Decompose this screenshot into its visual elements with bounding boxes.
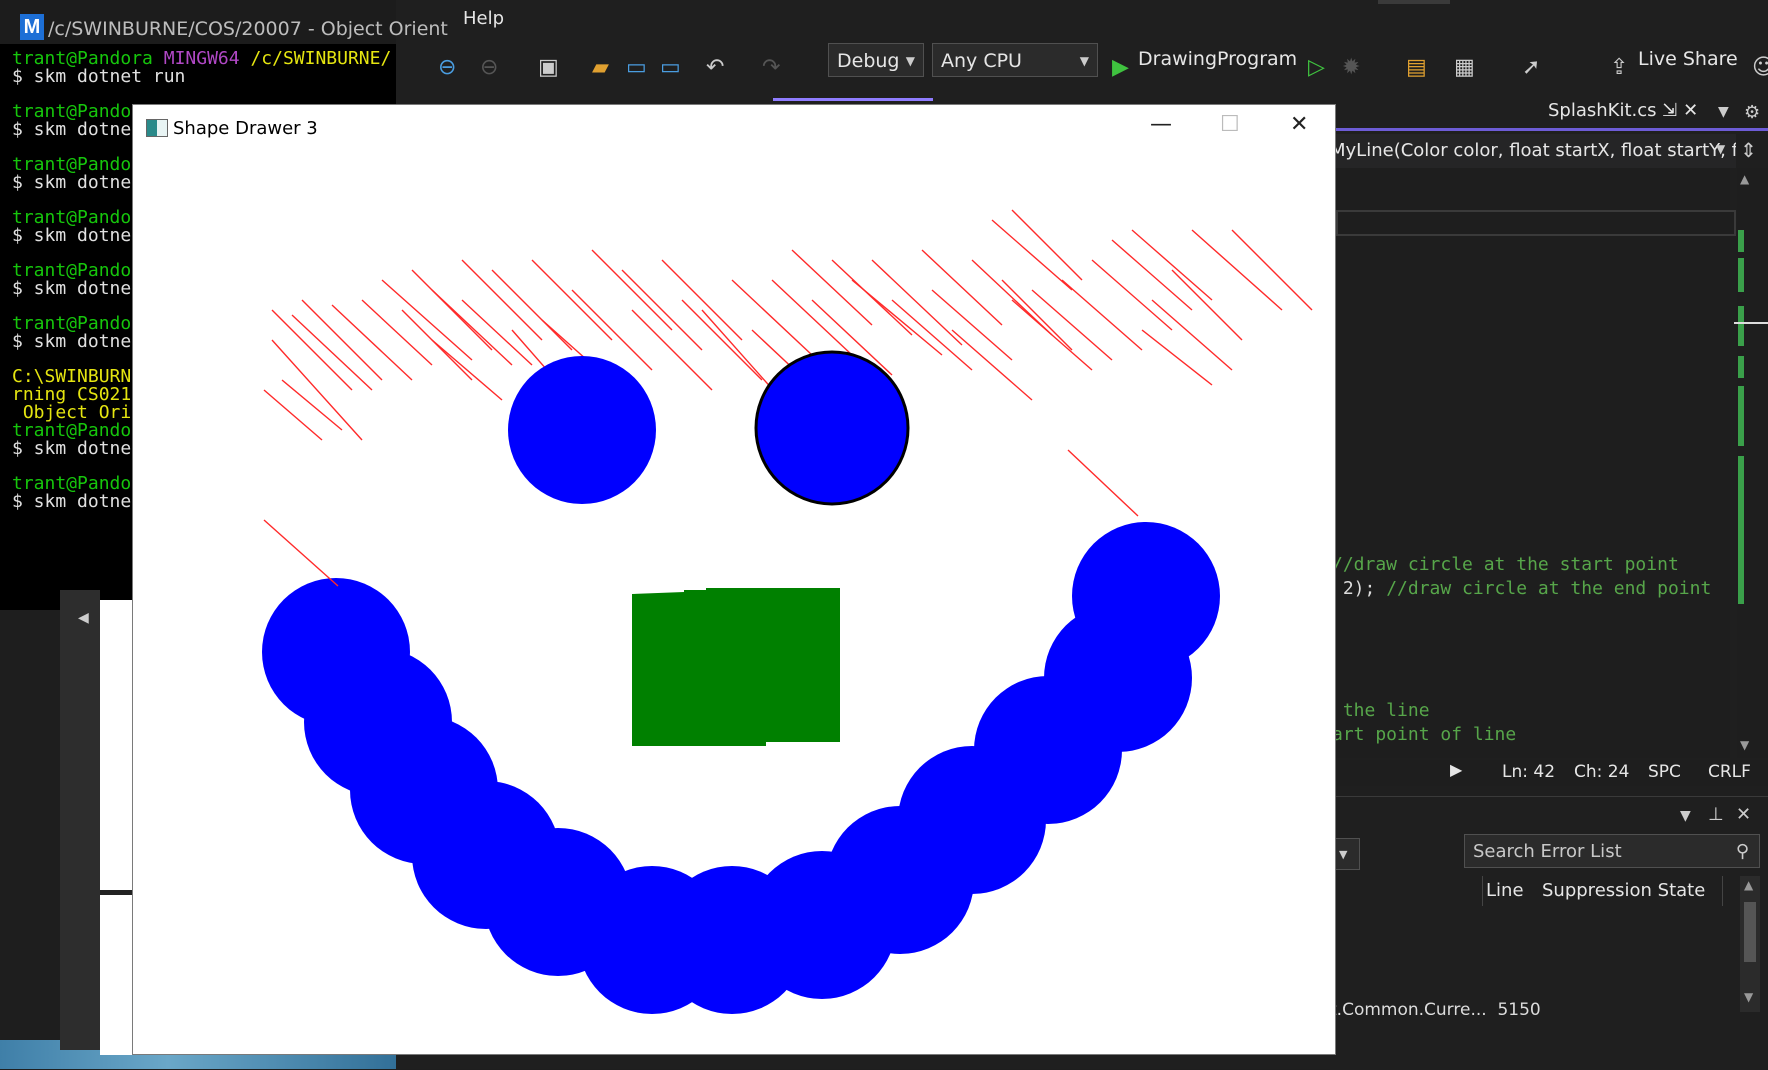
run-icon[interactable]: ▶ [1112, 42, 1129, 94]
whitespace-indicator[interactable]: SPC [1648, 762, 1681, 782]
gear-icon[interactable]: ⚙ [1744, 102, 1760, 123]
maximize-icon[interactable]: ☐ [1220, 112, 1240, 137]
startup-project-button[interactable]: DrawingProgram [1138, 48, 1297, 70]
change-marker [1738, 386, 1744, 446]
tab-splashkit[interactable]: SplashKit.cs ⇲ ✕ [1548, 100, 1698, 121]
column-header-suppression[interactable]: Suppression State [1542, 880, 1705, 901]
save-icon[interactable]: ▭ [626, 42, 647, 94]
change-marker [1738, 306, 1744, 346]
solution-explorer-icon[interactable]: ▤ [1406, 42, 1427, 94]
code-line: //draw circle at the start point [1332, 554, 1679, 575]
window-title: Shape Drawer 3 [173, 118, 318, 139]
code-editor[interactable] [1330, 168, 1730, 758]
column-divider [1722, 876, 1723, 906]
account-icon[interactable]: ☺ [1752, 42, 1768, 94]
terminal-line: $ skm dotne [12, 491, 132, 512]
config-dropdown[interactable]: Debug ▼ [828, 43, 924, 77]
new-project-icon[interactable]: ▣ [538, 42, 559, 94]
side-panel: ◀ [60, 590, 100, 1050]
nose-rectangle [632, 588, 840, 746]
scroll-thumb[interactable] [1744, 902, 1756, 962]
terminal-line: $ skm dotne [12, 331, 132, 352]
close-icon[interactable]: ✕ [1736, 804, 1751, 825]
undo-icon[interactable]: ↶ [706, 42, 724, 94]
scroll-down-icon[interactable]: ▼ [1740, 738, 1749, 752]
scroll-up-icon[interactable]: ▲ [1740, 172, 1749, 186]
editor-status-bar: ▶ Ln: 42 Ch: 24 SPC CRLF [1330, 760, 1768, 786]
error-list-row[interactable]: t.Common.Curre... 5150 [1330, 1000, 1541, 1020]
forward-icon[interactable]: ⊖ [480, 42, 498, 94]
chevron-down-icon: ▼ [905, 54, 915, 68]
column-divider [1482, 876, 1483, 906]
share-icon[interactable]: ⇪ [1610, 42, 1628, 94]
divider [100, 890, 134, 895]
background-window [100, 600, 134, 1055]
terminal-path: /c/SWINBURNE/ [250, 48, 392, 69]
error-list-search-input[interactable]: Search Error List ⚲ [1464, 834, 1760, 868]
chevron-down-icon: ▼ [1339, 848, 1348, 861]
chevron-down-icon[interactable]: ▼ [1716, 142, 1725, 156]
current-line-highlight [1336, 210, 1736, 236]
pointer-icon[interactable]: ➚ [1522, 42, 1540, 94]
line-ending-indicator[interactable]: CRLF [1708, 762, 1751, 782]
chevron-down-icon: ▼ [1079, 54, 1089, 68]
code-line: art point of line [1332, 724, 1517, 745]
tab-underline [1330, 128, 1768, 131]
pin-icon[interactable]: ⇲ [1662, 100, 1677, 121]
left-eye-circle [508, 356, 656, 504]
drawing-canvas[interactable] [132, 150, 1336, 1050]
close-icon[interactable]: ✕ [1683, 100, 1698, 121]
back-icon[interactable]: ⊖ [438, 42, 456, 94]
char-indicator[interactable]: Ch: 24 [1574, 762, 1629, 782]
terminal-line: $ skm dotne [12, 119, 132, 140]
chevron-down-icon[interactable]: ▼ [1718, 104, 1729, 120]
terminal-title: /c/SWINBURNE/COS/20007 - Object Orient [48, 18, 448, 40]
chevron-down-icon[interactable]: ▼ [1680, 808, 1691, 824]
scroll-down-icon[interactable]: ▼ [1744, 990, 1753, 1004]
live-share-button[interactable]: Live Share [1638, 48, 1738, 70]
open-folder-icon[interactable]: ▰ [592, 42, 609, 94]
pin-icon[interactable]: ⊥ [1708, 804, 1724, 825]
change-marker [1738, 258, 1744, 292]
minimize-icon[interactable]: — [1150, 112, 1172, 137]
column-header-line[interactable]: Line [1486, 880, 1524, 901]
title-button[interactable] [1378, 0, 1450, 4]
change-marker [1738, 356, 1744, 378]
split-icon[interactable]: ⇕ [1740, 138, 1757, 162]
code-line: the line [1332, 700, 1430, 721]
scroll-up-icon[interactable]: ▲ [1744, 878, 1753, 892]
scroll-right-icon[interactable]: ▶ [1450, 760, 1462, 779]
platform-dropdown[interactable]: Any CPU ▼ [932, 43, 1098, 77]
error-list-scrollbar[interactable]: ▲ ▼ [1740, 876, 1760, 1012]
active-tab-indicator [773, 98, 933, 101]
terminal-line: $ skm dotne [12, 278, 132, 299]
change-marker [1738, 230, 1744, 252]
right-eye-circle [754, 350, 910, 506]
run-without-debug-icon[interactable]: ▷ [1308, 42, 1325, 94]
terminal-line: $ skm dotne [12, 438, 132, 459]
member-navigation-dropdown[interactable]: MyLine(Color color, float startX, float … [1330, 134, 1736, 168]
window-layout-icon[interactable]: ▦ [1454, 42, 1475, 94]
line-indicator[interactable]: Ln: 42 [1502, 762, 1555, 782]
mingw-icon: M [20, 14, 44, 40]
search-icon[interactable]: ⚲ [1736, 835, 1749, 869]
menu-help[interactable]: Help [463, 8, 504, 29]
terminal-line: $ skm dotne [12, 172, 132, 193]
terminal-line: $ skm dotnet run [12, 66, 186, 87]
scroll-thumb[interactable] [1734, 322, 1768, 324]
code-line: 2); //draw circle at the end point [1332, 578, 1712, 599]
save-all-icon[interactable]: ▭ [660, 42, 681, 94]
hot-reload-icon[interactable]: ✹ [1342, 42, 1360, 94]
app-icon [146, 119, 168, 137]
terminal-line: $ skm dotne [12, 225, 132, 246]
close-icon[interactable]: ✕ [1290, 112, 1308, 137]
collapse-left-icon[interactable]: ◀ [78, 610, 89, 626]
redo-icon[interactable]: ↷ [762, 42, 780, 94]
change-marker [1738, 456, 1744, 604]
